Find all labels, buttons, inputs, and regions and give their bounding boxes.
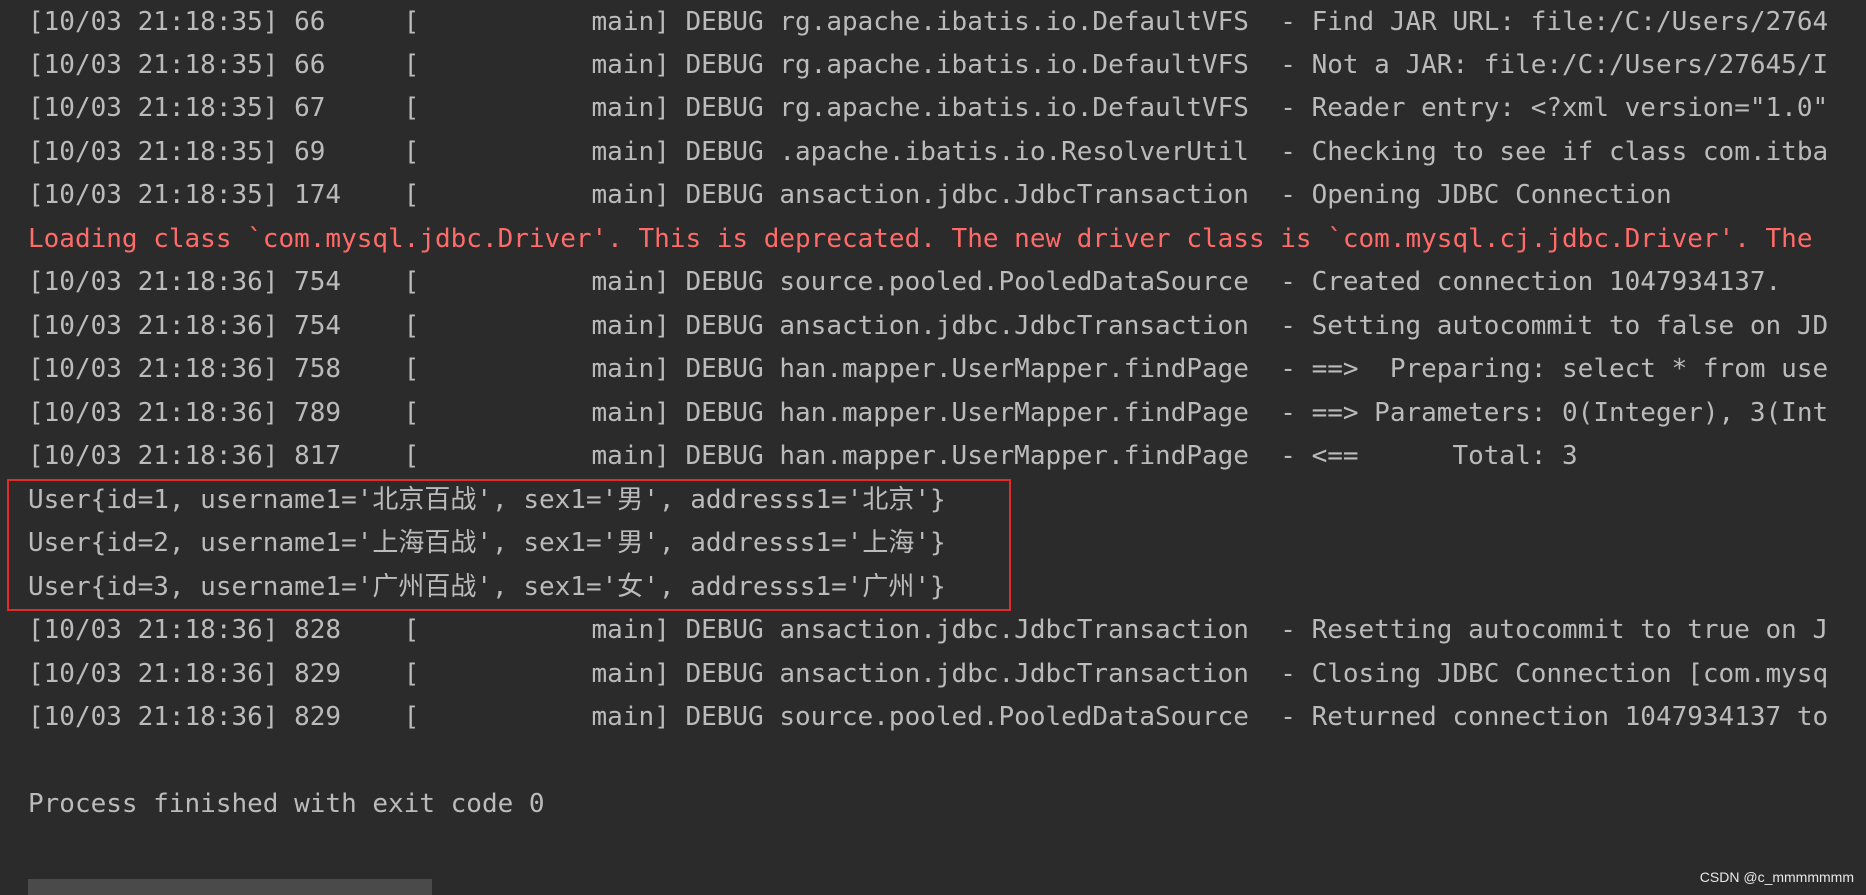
log-line: [10/03 21:18:36] 754 [ main] DEBUG ansac… (28, 311, 1829, 341)
process-finished-line: Process finished with exit code 0 (28, 789, 545, 819)
log-line: [10/03 21:18:36] 758 [ main] DEBUG han.m… (28, 354, 1829, 384)
log-line: [10/03 21:18:36] 817 [ main] DEBUG han.m… (28, 441, 1578, 471)
log-line: [10/03 21:18:35] 69 [ main] DEBUG .apach… (28, 137, 1829, 167)
log-line: [10/03 21:18:36] 828 [ main] DEBUG ansac… (28, 615, 1829, 645)
log-line: [10/03 21:18:36] 829 [ main] DEBUG sourc… (28, 702, 1829, 732)
watermark: CSDN @c_mmmmmmm (1699, 869, 1854, 885)
log-line: [10/03 21:18:35] 66 [ main] DEBUG rg.apa… (28, 7, 1829, 37)
log-line: [10/03 21:18:36] 789 [ main] DEBUG han.m… (28, 398, 1829, 428)
stderr-warning-line: Loading class `com.mysql.jdbc.Driver'. T… (28, 224, 1813, 254)
user-output-line: User{id=2, username1='上海百战', sex1='男', a… (28, 528, 946, 558)
horizontal-scrollbar-thumb[interactable] (28, 879, 432, 895)
log-line: [10/03 21:18:35] 67 [ main] DEBUG rg.apa… (28, 93, 1829, 123)
console-output[interactable]: [10/03 21:18:35] 66 [ main] DEBUG rg.apa… (0, 0, 1866, 895)
log-line: [10/03 21:18:36] 829 [ main] DEBUG ansac… (28, 659, 1829, 689)
user-output-line: User{id=3, username1='广州百战', sex1='女', a… (28, 572, 946, 602)
log-line: [10/03 21:18:36] 754 [ main] DEBUG sourc… (28, 267, 1782, 297)
log-line: [10/03 21:18:35] 174 [ main] DEBUG ansac… (28, 180, 1672, 210)
log-line: [10/03 21:18:35] 66 [ main] DEBUG rg.apa… (28, 50, 1829, 80)
user-output-line: User{id=1, username1='北京百战', sex1='男', a… (28, 485, 946, 515)
